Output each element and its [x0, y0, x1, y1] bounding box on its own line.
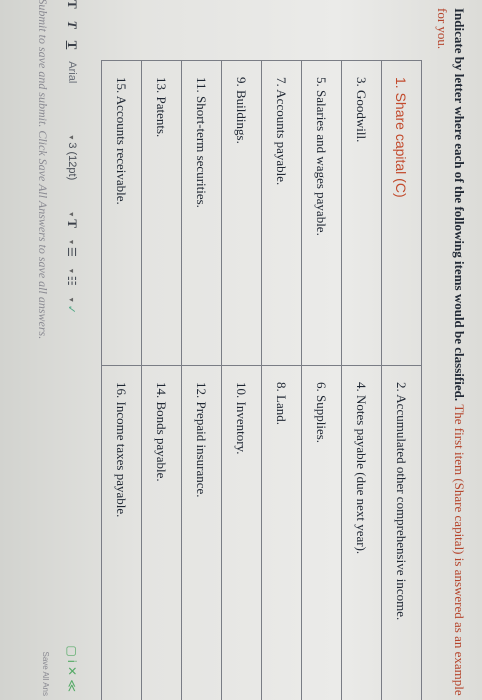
item-cell: 14. Bonds payable. — [141, 366, 181, 700]
item-cell: 10. Inventory. — [221, 366, 261, 700]
check-icon: ✓ — [65, 304, 78, 314]
item-cell: 1. Share capital (C) — [381, 61, 421, 366]
item-cell: 5. Salaries and wages payable. — [301, 61, 341, 366]
item-cell: 11. Short-term securities. — [181, 61, 221, 366]
bullet-list-icon: ☰ — [65, 246, 78, 257]
chevron-down-icon: ▾ — [67, 297, 77, 302]
photo-frame: Indicate by letter where each of the fol… — [0, 0, 482, 700]
bullet-list-button[interactable]: ▾ ☰ — [66, 240, 79, 257]
item-cell: 16. Income taxes payable. — [101, 366, 141, 700]
bold-button[interactable]: T — [64, 0, 80, 9]
save-all-answers-button[interactable]: Save All Ans — [41, 652, 50, 696]
text-color-button[interactable]: ▾ T — [64, 212, 80, 228]
item-cell: 7. Accounts payable. — [261, 61, 301, 366]
underline-button[interactable]: T — [64, 41, 80, 50]
font-family-select[interactable]: Arial — [66, 61, 78, 83]
submit-text: Click Submit to save and submit. Click S… — [36, 0, 50, 340]
item-cell: 15. Accounts receivable. — [101, 61, 141, 366]
toolbar-right-icons[interactable]: ▢ i ✕ ≪ — [65, 645, 79, 692]
toolbar-right-icons-text: ▢ i ✕ ≪ — [65, 645, 79, 692]
items-table: 1. Share capital (C) 2. Accumulated othe… — [101, 60, 422, 700]
item-cell: 12. Prepaid insurance. — [181, 366, 221, 700]
item-cell: 8. Land. — [261, 366, 301, 700]
submit-instructions: Click Submit to save and submit. Click S… — [35, 0, 50, 690]
chevron-down-icon: ▾ — [67, 268, 77, 273]
text-color-icon: T — [65, 219, 80, 228]
editor-toolbar: T T T Arial ▾ 3 (12pt) ▾ T ▾ ☰ ▾ ☷ ▾ ✓ ▢… — [60, 0, 84, 700]
item-cell: 9. Buildings. — [221, 61, 261, 366]
italic-button[interactable]: T — [64, 21, 80, 29]
item-cell: 4. Notes payable (due next year). — [341, 366, 381, 700]
numbered-list-icon: ☷ — [65, 275, 78, 286]
item-cell: 6. Supplies. — [301, 366, 341, 700]
numbered-list-button[interactable]: ▾ ☷ — [66, 269, 79, 286]
item-cell: 3. Goodwill. — [341, 61, 381, 366]
chevron-down-icon: ▾ — [67, 212, 77, 217]
instruction-bold: Indicate by letter where each of the fol… — [452, 8, 467, 402]
chevron-down-icon: ▾ — [67, 239, 77, 244]
rotated-page: Indicate by letter where each of the fol… — [0, 0, 482, 700]
instruction-text: Indicate by letter where each of the fol… — [434, 8, 468, 698]
item-cell: 13. Patents. — [141, 61, 181, 366]
font-size-value: 3 (12pt) — [66, 142, 78, 181]
spellcheck-button[interactable]: ▾ ✓ — [66, 298, 79, 314]
font-size-select[interactable]: ▾ 3 (12pt) — [66, 135, 78, 180]
font-family-value: Arial — [66, 61, 78, 84]
chevron-down-icon: ▾ — [67, 135, 77, 140]
item-cell: 2. Accumulated other comprehensive incom… — [381, 366, 421, 700]
